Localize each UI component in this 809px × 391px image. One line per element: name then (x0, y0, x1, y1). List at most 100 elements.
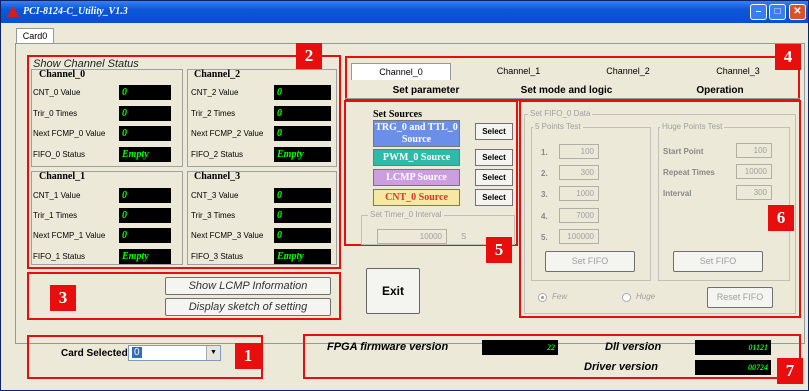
five-points-set-fifo-button[interactable]: Set FIFO (545, 251, 635, 272)
point-5-field[interactable]: 100000 (559, 229, 599, 244)
point-1-label: 1. (541, 148, 548, 157)
card-select-value: 0 (132, 347, 142, 358)
cnt-2-label: CNT_2 Value (191, 88, 239, 97)
repeat-times-label: Repeat Times (663, 168, 715, 177)
channel-3-title: Channel_3 (194, 171, 241, 182)
tab-operation[interactable]: Operation (656, 83, 784, 98)
point-3-field[interactable]: 1000 (559, 186, 599, 201)
close-button[interactable]: ✕ (789, 4, 806, 20)
exit-button[interactable]: Exit (366, 268, 420, 314)
cnt-3-label: CNT_3 Value (191, 191, 239, 200)
tab-channel-1[interactable]: Channel_1 (466, 63, 571, 80)
start-point-field[interactable]: 100 (736, 143, 772, 158)
fifo-2-label: FIFO_2 Status (191, 150, 244, 159)
maximize-button[interactable]: □ (769, 4, 786, 20)
lcmp-source-label: LCMP Source (373, 169, 460, 186)
fifo-0-label: FIFO_0 Status (33, 150, 86, 159)
cnt-source-label: CNT_0 Source (373, 189, 460, 206)
repeat-times-field[interactable]: 10000 (736, 164, 772, 179)
tab-set-parameter[interactable]: Set parameter (366, 83, 486, 98)
radio-few[interactable]: Few (538, 292, 578, 304)
window-title: PCI-8124-C_Utility_V1.3 (23, 6, 128, 17)
fpga-version-label: FPGA firmware version (327, 341, 449, 353)
callout-2: 2 (296, 43, 322, 69)
driver-version-label: Driver version (584, 361, 658, 373)
interval-label: Interval (663, 189, 692, 198)
point-3-label: 3. (541, 190, 548, 199)
select-pwm-button[interactable]: Select (475, 149, 513, 166)
fifo-0-status: Empty (119, 147, 171, 162)
point-4-field[interactable]: 7000 (559, 208, 599, 223)
fifo-1-status: Empty (119, 249, 171, 264)
callout-3: 3 (50, 285, 76, 311)
tab-card0[interactable]: Card0 (16, 28, 54, 44)
start-point-label: Start Point (663, 147, 704, 156)
fifo-3-label: FIFO_3 Status (191, 252, 244, 261)
set-sources-title: Set Sources (373, 109, 422, 120)
cnt-1-label: CNT_1 Value (33, 191, 81, 200)
point-1-field[interactable]: 100 (559, 144, 599, 159)
minimize-button[interactable]: – (750, 4, 767, 20)
timer-set-button[interactable]: S (461, 232, 466, 241)
trir-2-value: 0 (274, 106, 331, 121)
cnt-2-value: 0 (274, 85, 331, 100)
show-lcmp-button[interactable]: Show LCMP Information (165, 277, 331, 295)
trir-2-label: Trir_2 Times (191, 109, 236, 118)
tab-divider (345, 98, 800, 99)
trir-3-label: Trir_3 Times (191, 211, 236, 220)
select-cnt-button[interactable]: Select (475, 189, 513, 206)
callout-6: 6 (768, 205, 794, 231)
fifo-group-title: Set FIFO_0 Data (528, 109, 593, 118)
app-window: PCI-8124-C_Utility_V1.3 – □ ✕ Card0 Show… (0, 0, 809, 391)
trir-0-label: Trir_0 Times (33, 109, 78, 118)
radio-huge[interactable]: Huge (622, 292, 667, 304)
point-5-label: 5. (541, 233, 548, 242)
fcmp-1-value: 0 (119, 228, 171, 243)
tab-set-mode-logic[interactable]: Set mode and logic (494, 83, 639, 98)
trir-3-value: 0 (274, 208, 331, 223)
radio-few-label: Few (552, 292, 568, 301)
timer-group-title: Set Timer_0 Interval (368, 210, 444, 219)
tab-channel-2[interactable]: Channel_2 (574, 63, 682, 80)
dll-version-label: Dll version (605, 341, 662, 353)
fcmp-1-label: Next FCMP_1 Value (33, 231, 106, 240)
channel-2-title: Channel_2 (194, 69, 241, 80)
radio-few-dot (541, 296, 544, 299)
display-sketch-button[interactable]: Display sketch of setting (165, 298, 331, 316)
fcmp-3-label: Next FCMP_3 Value (191, 231, 264, 240)
fpga-version-value: 22 (482, 340, 558, 355)
tab-channel-0[interactable]: Channel_0 (351, 63, 451, 80)
huge-points-title: Huge Points Test (660, 122, 725, 131)
select-lcmp-button[interactable]: Select (475, 169, 513, 186)
card-select-dropdown[interactable]: 0 ▼ (128, 345, 221, 361)
driver-version-value: 00724 (695, 360, 771, 375)
fcmp-2-label: Next FCMP_2 Value (191, 129, 264, 138)
fifo-2-status: Empty (274, 147, 331, 162)
trir-0-value: 0 (119, 106, 171, 121)
timer-interval-field[interactable]: 10000 (377, 229, 447, 244)
radio-huge-circle (622, 293, 631, 302)
callout-5: 5 (486, 237, 512, 263)
channel-1-title: Channel_1 (39, 171, 86, 182)
fcmp-3-value: 0 (274, 228, 331, 243)
fcmp-2-value: 0 (274, 126, 331, 141)
app-logo-icon (7, 6, 19, 17)
callout-7: 7 (777, 358, 803, 384)
select-trg-ttl-button[interactable]: Select (475, 123, 513, 140)
point-2-label: 2. (541, 169, 548, 178)
trg-ttl-source-label: TRG_0 and TTL_0 Source (373, 120, 460, 147)
fcmp-0-label: Next FCMP_0 Value (33, 129, 106, 138)
cnt-0-value: 0 (119, 85, 171, 100)
fcmp-0-value: 0 (119, 126, 171, 141)
title-bar: PCI-8124-C_Utility_V1.3 – □ ✕ (1, 1, 808, 23)
card-selected-label: Card Selected (61, 348, 128, 359)
cnt-0-label: CNT_0 Value (33, 88, 81, 97)
pwm-source-label: PWM_0 Source (373, 149, 460, 166)
reset-fifo-button[interactable]: Reset FIFO (707, 287, 773, 308)
interval-field[interactable]: 300 (736, 185, 772, 200)
trir-1-label: Trir_1 Times (33, 211, 78, 220)
point-2-field[interactable]: 300 (559, 165, 599, 180)
chevron-down-icon[interactable]: ▼ (206, 346, 220, 360)
cnt-3-value: 0 (274, 188, 331, 203)
huge-points-set-fifo-button[interactable]: Set FIFO (673, 251, 763, 272)
